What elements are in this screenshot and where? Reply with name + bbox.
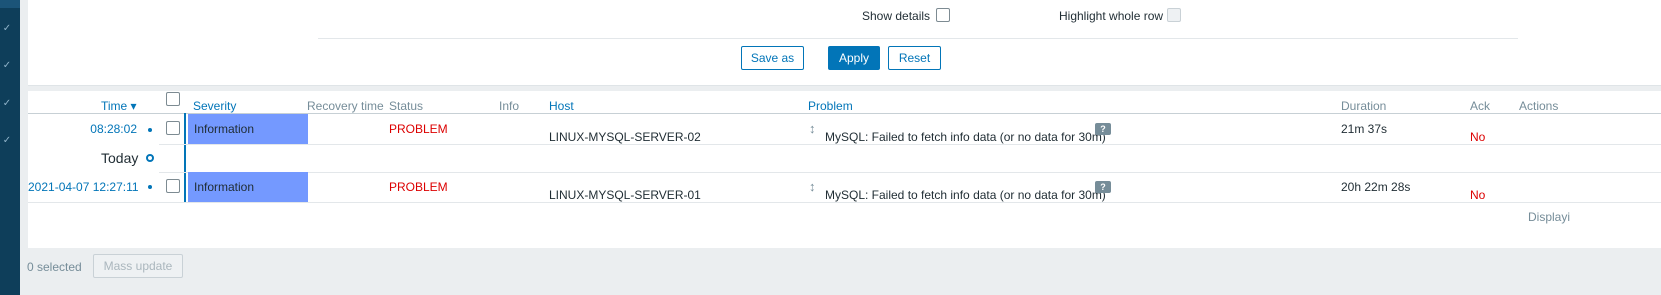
- timeline-line: [184, 113, 186, 202]
- apply-button[interactable]: Apply: [828, 46, 880, 70]
- nav-chevron-icon[interactable]: ✓: [0, 59, 14, 73]
- col-actions-header: Actions: [1519, 99, 1559, 113]
- problem-link[interactable]: MySQL: Failed to fetch info data (or no …: [825, 188, 1106, 203]
- filter-panel: Show details Highlight whole row Save as…: [28, 0, 1661, 86]
- reset-button[interactable]: Reset: [888, 46, 941, 70]
- col-info-header: Info: [499, 99, 520, 113]
- duration-value: 21m 37s: [1341, 122, 1388, 136]
- timeline-dot: [148, 185, 152, 189]
- row-checkbox[interactable]: [166, 179, 180, 193]
- ack-link[interactable]: No: [1470, 188, 1486, 203]
- select-all-checkbox[interactable]: [166, 92, 180, 106]
- highlight-row-checkbox[interactable]: [1167, 8, 1181, 22]
- status-badge: PROBLEM: [389, 122, 448, 136]
- row-divider: [159, 144, 1661, 145]
- highlight-row-label: Highlight whole row: [1059, 9, 1164, 23]
- status-badge: PROBLEM: [389, 180, 448, 194]
- host-link[interactable]: LINUX-MYSQL-SERVER-01: [549, 188, 701, 203]
- duration-value: 20h 22m 28s: [1341, 180, 1411, 194]
- problem-link[interactable]: MySQL: Failed to fetch info data (or no …: [825, 130, 1106, 145]
- severity-badge: Information: [188, 172, 308, 202]
- host-link[interactable]: LINUX-MYSQL-SERVER-02: [549, 130, 701, 145]
- show-details-checkbox[interactable]: [936, 8, 950, 22]
- filter-divider: [318, 38, 1518, 39]
- nav-chevron-icon[interactable]: ✓: [0, 134, 14, 148]
- row-checkbox[interactable]: [166, 121, 180, 135]
- hint-icon[interactable]: ?: [1095, 181, 1111, 193]
- update-problem-icon[interactable]: ↕: [809, 172, 816, 202]
- severity-badge: Information: [188, 114, 308, 144]
- col-ack-header: Ack: [1470, 99, 1491, 113]
- nav-chevron-icon[interactable]: ✓: [0, 97, 14, 111]
- ack-link[interactable]: No: [1470, 130, 1486, 145]
- mass-update-button[interactable]: Mass update: [93, 254, 183, 278]
- col-host-header[interactable]: Host: [549, 91, 574, 121]
- selected-count: 0 selected: [27, 260, 82, 274]
- row-divider: [159, 172, 1661, 173]
- timeline-dot: [148, 128, 152, 132]
- problems-table: Time ▾ Severity Recovery time Status Inf…: [28, 91, 1661, 248]
- hint-icon[interactable]: ?: [1095, 123, 1111, 135]
- today-label: Today: [101, 150, 139, 166]
- row-divider: [28, 202, 1661, 203]
- col-recovery-time-header: Recovery time: [307, 99, 384, 113]
- update-problem-icon[interactable]: ↕: [809, 114, 816, 144]
- event-time-link[interactable]: 08:28:02: [28, 114, 137, 144]
- left-nav-strip: ✓ ✓ ✓ ✓: [0, 0, 20, 295]
- displaying-count: Displayi: [1528, 210, 1571, 224]
- event-time-link[interactable]: 2021-04-07 12:27:11: [28, 172, 139, 202]
- nav-chevron-icon[interactable]: ✓: [0, 22, 14, 36]
- show-details-label: Show details: [862, 9, 931, 23]
- save-as-button[interactable]: Save as: [741, 46, 804, 70]
- nav-top-accent: [0, 0, 20, 8]
- today-marker: [146, 154, 154, 162]
